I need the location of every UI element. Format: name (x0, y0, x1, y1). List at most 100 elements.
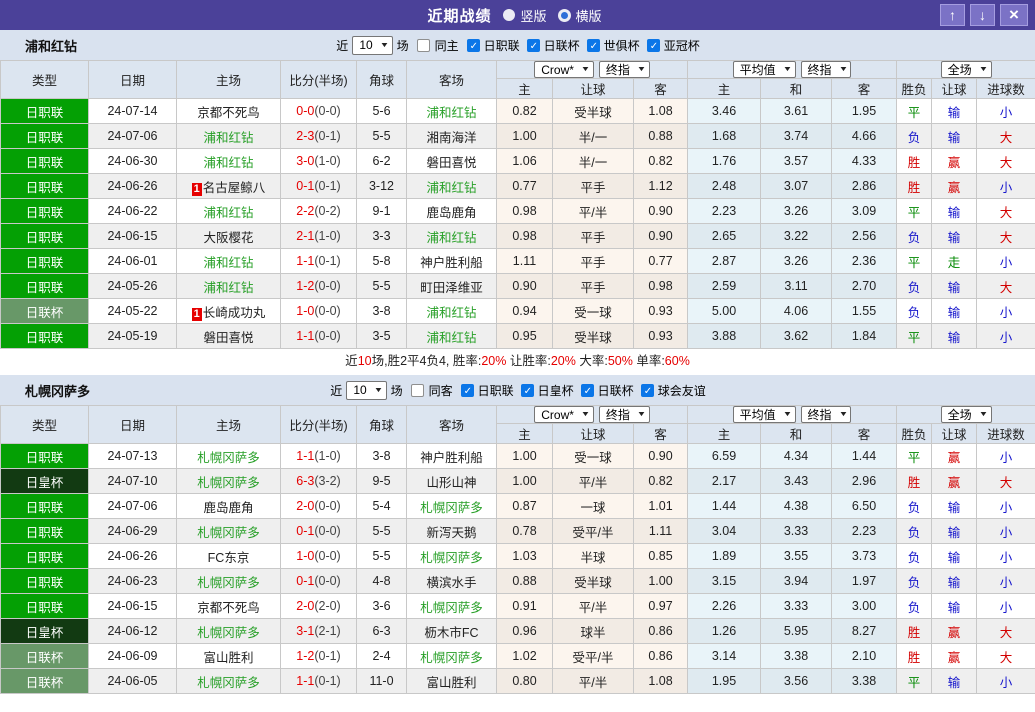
fulltime-select[interactable]: 全场 ▼ (940, 406, 992, 423)
final-odds-select[interactable]: 终指 ▼ (598, 61, 650, 78)
odds-home: 1.11 (496, 248, 553, 274)
home-team: 磐田喜悦 (176, 323, 281, 349)
away-team-name: 札幌冈萨多 (420, 600, 483, 615)
summary-stat-value: 50% (607, 354, 633, 368)
odds-away: 1.00 (632, 568, 689, 594)
same-venue-checkbox[interactable] (416, 38, 430, 52)
result-wdl: 负 (896, 123, 933, 149)
odds-away: 1.11 (632, 518, 689, 544)
average-final-select[interactable]: 终指 ▼ (800, 61, 852, 78)
away-team-name: 湘南海洋 (426, 130, 477, 145)
move-up-button[interactable]: ↑ (940, 4, 965, 26)
final-odds-value: 终指 (605, 63, 630, 77)
league-checkbox-2[interactable] (520, 383, 534, 398)
odds-away: 0.77 (632, 248, 689, 274)
result-wdl: 胜 (896, 148, 933, 174)
avg-draw: 3.94 (760, 568, 833, 594)
fulltime-score: 1-2 (296, 279, 315, 293)
away-team-name: 町田泽维亚 (420, 280, 483, 295)
league-checkbox-4[interactable] (640, 383, 654, 398)
final-odds-select[interactable]: 终指 ▼ (598, 406, 650, 423)
away-team-name: 札幌冈萨多 (420, 550, 483, 565)
result-goals: 小 (976, 443, 1035, 469)
odds-away: 1.08 (632, 98, 689, 124)
result-wdl: 平 (896, 198, 933, 224)
away-team-name: 神户胜利船 (420, 255, 483, 270)
matches-table: 类型 日期 主场 比分(半场) 角球 客场 Crow* ▼ 终指 ▼ 平均值 ▼… (0, 60, 1035, 349)
avg-away: 2.10 (831, 643, 898, 669)
league-checkbox-3[interactable] (586, 38, 600, 53)
col-score: 比分(半场) (280, 60, 357, 99)
fulltime-select[interactable]: 全场 ▼ (940, 61, 992, 78)
result-wdl: 平 (896, 443, 933, 469)
move-down-button[interactable]: ↓ (970, 4, 995, 26)
match-date: 24-06-26 (88, 173, 177, 199)
horizontal-layout-radio[interactable] (557, 8, 571, 22)
average-select[interactable]: 平均值 ▼ (732, 61, 796, 78)
result-handicap: 输 (931, 668, 978, 694)
average-final-select[interactable]: 终指 ▼ (800, 406, 852, 423)
league-checkbox-1[interactable] (460, 383, 474, 398)
bookmaker-select[interactable]: Crow* ▼ (534, 61, 594, 78)
chevron-down-icon: ▼ (373, 386, 383, 394)
avg-away: 1.97 (831, 568, 898, 594)
match-date: 24-07-06 (88, 123, 177, 149)
league-checkbox-1[interactable] (466, 38, 480, 53)
away-team-name: 浦和红钻 (426, 105, 477, 120)
result-handicap: 赢 (931, 443, 978, 469)
away-team-name: 磐田喜悦 (426, 155, 477, 170)
home-team-name: 札幌冈萨多 (197, 675, 260, 690)
away-team: 浦和红钻 (406, 223, 497, 249)
handicap-line: 平/半 (552, 668, 634, 694)
same-venue-checkbox[interactable] (410, 383, 424, 397)
home-team: 鹿岛鹿角 (176, 493, 281, 519)
match-date: 24-07-10 (88, 468, 177, 494)
handicap-line: 半球 (552, 543, 634, 569)
corners: 5-5 (356, 543, 407, 569)
col-goals-result: 进球数 (976, 78, 1035, 99)
avg-away: 2.23 (831, 518, 898, 544)
league-type-badge: 日皇杯 (0, 618, 89, 644)
corners: 3-8 (356, 443, 407, 469)
league-type-badge: 日职联 (0, 593, 89, 619)
league-checkbox-3[interactable] (580, 383, 594, 398)
odds-home: 0.91 (496, 593, 553, 619)
result-wdl: 平 (896, 323, 933, 349)
handicap-line: 一球 (552, 493, 634, 519)
matches-count-select[interactable]: 10 ▼ (346, 380, 387, 400)
avg-draw: 4.38 (760, 493, 833, 519)
fulltime-score: 0-1 (296, 574, 315, 588)
chevron-down-icon: ▼ (580, 66, 591, 73)
col-odds-away: 客 (632, 78, 689, 99)
league-checkbox-2[interactable] (526, 38, 540, 53)
col-date: 日期 (88, 405, 177, 444)
result-goals: 小 (976, 518, 1035, 544)
bookmaker-select[interactable]: Crow* ▼ (534, 406, 594, 423)
home-team-name: 鹿岛鹿角 (203, 500, 254, 515)
home-team: FC东京 (176, 543, 281, 569)
corners: 5-5 (356, 273, 407, 299)
average-select[interactable]: 平均值 ▼ (732, 406, 796, 423)
red-card-badge: 1 (191, 307, 202, 321)
match-row: 日联杯 24-06-05 札幌冈萨多 1-1(0-1) 11-0 富山胜利 0.80 平/半 1… (0, 668, 1035, 694)
odds-home: 0.95 (496, 323, 553, 349)
matches-table: 类型 日期 主场 比分(半场) 角球 客场 Crow* ▼ 终指 ▼ 平均值 ▼… (0, 405, 1035, 694)
fulltime-score: 2-0 (296, 599, 315, 613)
home-team: 京都不死鸟 (176, 593, 281, 619)
league-checkbox-4[interactable] (646, 38, 660, 53)
titlebar-center: 近期战绩 竖版 横版 (0, 5, 1035, 26)
match-row: 日职联 24-05-26 浦和红钻 1-2(0-0) 5-5 町田泽维亚 0.90 平手 0.9… (0, 273, 1035, 299)
handicap-line: 平手 (552, 273, 634, 299)
vertical-layout-radio[interactable] (503, 9, 516, 21)
result-wdl: 平 (896, 248, 933, 274)
league-type-badge: 日职联 (0, 123, 89, 149)
away-team-name: 浦和红钻 (426, 180, 477, 195)
match-row: 日职联 24-06-15 京都不死鸟 2-0(2-0) 3-6 札幌冈萨多 0.91 平/半 0… (0, 593, 1035, 619)
match-date: 24-06-15 (88, 593, 177, 619)
league-type-badge: 日职联 (0, 323, 89, 349)
odds-home: 1.00 (496, 443, 553, 469)
match-row: 日职联 24-06-23 札幌冈萨多 0-1(0-0) 4-8 横滨水手 0.88 受半球 1.… (0, 568, 1035, 594)
matches-count-select[interactable]: 10 ▼ (352, 35, 393, 55)
corners: 3-5 (356, 323, 407, 349)
close-button[interactable]: × (1000, 4, 1028, 26)
